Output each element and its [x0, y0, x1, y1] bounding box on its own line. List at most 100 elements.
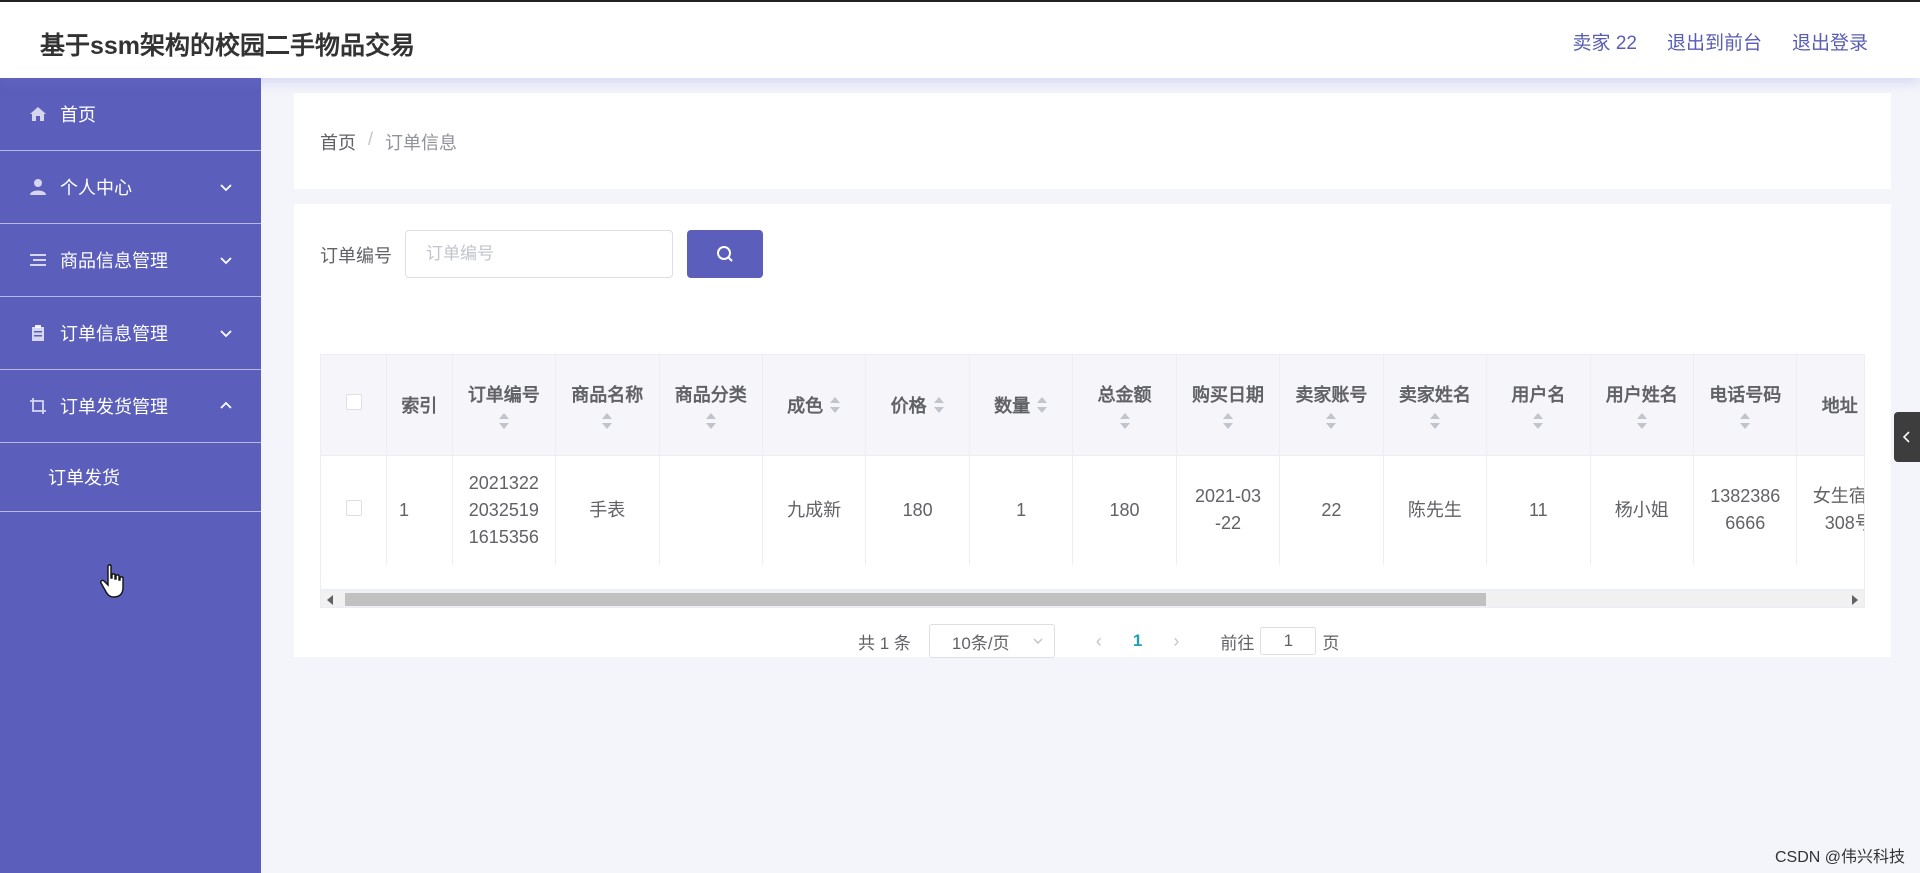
chevron-down-icon [220, 330, 232, 338]
sidebar-item-shipping-management[interactable]: 订单发货管理 [0, 370, 261, 443]
column-header-label: 用户姓名 [1605, 384, 1678, 405]
current-user-label[interactable]: 卖家 22 [1573, 28, 1637, 55]
sort-icon[interactable] [1864, 397, 1865, 413]
sort-icon[interactable] [933, 396, 945, 413]
breadcrumb-separator: / [368, 129, 374, 149]
cell-date-line: 2021-03 [1194, 486, 1262, 507]
sidebar-subitem-order-shipping[interactable]: 订单发货 [0, 443, 261, 512]
chevron-left-icon [1902, 431, 1910, 443]
cell-quantity: 1 [969, 455, 1074, 565]
scroll-right-icon[interactable] [1852, 595, 1858, 605]
sidebar-item-personal-center[interactable]: 个人中心 [0, 151, 261, 224]
table-horizontal-scrollbar[interactable] [320, 590, 1865, 608]
sidebar-item-home[interactable]: 首页 [0, 78, 261, 151]
sort-icon[interactable] [1636, 412, 1648, 429]
sort-icon[interactable] [1222, 412, 1234, 429]
order-table: 索引 订单编号 商品名称 商品分类 成色 价格 数量 总金额 购买日期 卖家账号… [320, 354, 1865, 590]
column-header-quantity[interactable]: 数量 [969, 355, 1074, 455]
list-icon [28, 250, 48, 270]
exit-to-front-link[interactable]: 退出到前台 [1667, 28, 1762, 55]
column-header-phone[interactable]: 电话号码 [1693, 355, 1798, 455]
column-header-price[interactable]: 价格 [865, 355, 970, 455]
column-header-product-category[interactable]: 商品分类 [659, 355, 763, 455]
right-panel-toggle[interactable] [1894, 412, 1920, 462]
column-header-seller-account[interactable]: 卖家账号 [1279, 355, 1384, 455]
breadcrumb: 首页 / 订单信息 [320, 129, 457, 155]
select-all-checkbox-cell [321, 355, 388, 455]
home-icon [28, 104, 48, 124]
column-header-address[interactable]: 地址 [1796, 355, 1865, 455]
sort-icon[interactable] [1119, 412, 1131, 429]
column-header-user-realname[interactable]: 用户姓名 [1590, 355, 1695, 455]
scroll-left-icon[interactable] [327, 595, 333, 605]
select-all-checkbox[interactable] [345, 394, 362, 411]
goto-label: 前往 [1220, 633, 1255, 653]
cell-product-name: 手表 [555, 455, 660, 565]
cell-purchase-date: 2021-03 -22 [1176, 455, 1281, 565]
watermark: CSDN @伟兴科技 [1774, 849, 1905, 866]
column-header-label: 价格 [890, 395, 927, 416]
sidebar: 首页 个人中心 商品信息管理 订单信息管理 订单发货管理 订单发货 [0, 78, 261, 873]
column-header-label: 数量 [994, 395, 1031, 416]
column-header-label: 购买日期 [1191, 384, 1264, 405]
next-page-button[interactable]: › [1166, 631, 1186, 652]
app-title: 基于ssm架构的校园二手物品交易 [40, 32, 416, 60]
sort-icon[interactable] [1532, 412, 1544, 429]
sidebar-item-order-management[interactable]: 订单信息管理 [0, 297, 261, 370]
column-header-purchase-date[interactable]: 购买日期 [1176, 355, 1281, 455]
cell-address-line: 308号 [1824, 513, 1864, 534]
column-header-label: 地址 [1821, 395, 1858, 416]
cell-price: 180 [865, 455, 970, 565]
cell-total: 180 [1072, 455, 1177, 565]
prev-page-button[interactable]: ‹ [1089, 631, 1109, 652]
sort-icon[interactable] [498, 412, 510, 429]
logout-link[interactable]: 退出登录 [1792, 28, 1868, 55]
sort-icon[interactable] [829, 396, 841, 413]
cell-phone-line: 6666 [1725, 513, 1766, 534]
sidebar-item-product-management[interactable]: 商品信息管理 [0, 224, 261, 297]
crop-icon [28, 396, 48, 416]
chevron-down-icon [220, 184, 232, 192]
column-header-condition[interactable]: 成色 [762, 355, 867, 455]
column-header-label: 成色 [787, 395, 824, 416]
pagination: 共 1 条 10条/页 ‹ 1 › 前往 页 [858, 624, 1339, 658]
page-number-current[interactable]: 1 [1133, 631, 1142, 651]
cell-seller-account: 22 [1279, 455, 1384, 565]
column-header-product-name[interactable]: 商品名称 [555, 355, 660, 455]
breadcrumb-home[interactable]: 首页 [320, 129, 356, 155]
column-header-order-no[interactable]: 订单编号 [452, 355, 557, 455]
cell-order-no-line: 2021322 [468, 472, 539, 493]
column-header-total[interactable]: 总金额 [1072, 355, 1177, 455]
cell-order-no-line: 1615356 [468, 526, 539, 547]
cell-condition: 九成新 [762, 455, 867, 565]
sidebar-item-label: 首页 [60, 105, 96, 125]
chevron-down-icon [220, 257, 232, 265]
search-button[interactable] [687, 230, 763, 278]
row-checkbox[interactable] [345, 499, 362, 516]
cell-user-realname: 杨小姐 [1590, 455, 1695, 565]
pagination-total: 共 1 条 [858, 633, 911, 653]
sort-icon[interactable] [705, 412, 717, 429]
search-icon [717, 246, 733, 262]
hand-cursor-icon [100, 564, 124, 598]
sort-icon[interactable] [601, 412, 613, 429]
column-header-seller-name[interactable]: 卖家姓名 [1383, 355, 1488, 455]
column-header-label: 电话号码 [1709, 384, 1782, 405]
header-actions: 卖家 22 退出到前台 退出登录 [1573, 28, 1868, 55]
cell-date-line: -22 [1214, 513, 1241, 534]
sort-icon[interactable] [1036, 396, 1048, 413]
sort-icon[interactable] [1429, 412, 1441, 429]
column-header-username[interactable]: 用户名 [1486, 355, 1591, 455]
sidebar-item-label: 个人中心 [60, 178, 132, 198]
scrollbar-thumb[interactable] [345, 593, 1486, 606]
sidebar-item-label: 订单发货管理 [60, 397, 168, 417]
column-header-label: 商品名称 [571, 384, 644, 405]
cell-address: 女生宿舍 308号 [1796, 455, 1864, 565]
sidebar-item-label: 订单信息管理 [60, 324, 168, 344]
column-header-label: 卖家账号 [1295, 384, 1368, 405]
page-size-select[interactable]: 10条/页 [928, 624, 1055, 658]
order-number-search-input[interactable] [405, 230, 673, 278]
sort-icon[interactable] [1325, 412, 1337, 429]
sort-icon[interactable] [1739, 412, 1751, 429]
goto-page-input[interactable] [1260, 627, 1317, 655]
